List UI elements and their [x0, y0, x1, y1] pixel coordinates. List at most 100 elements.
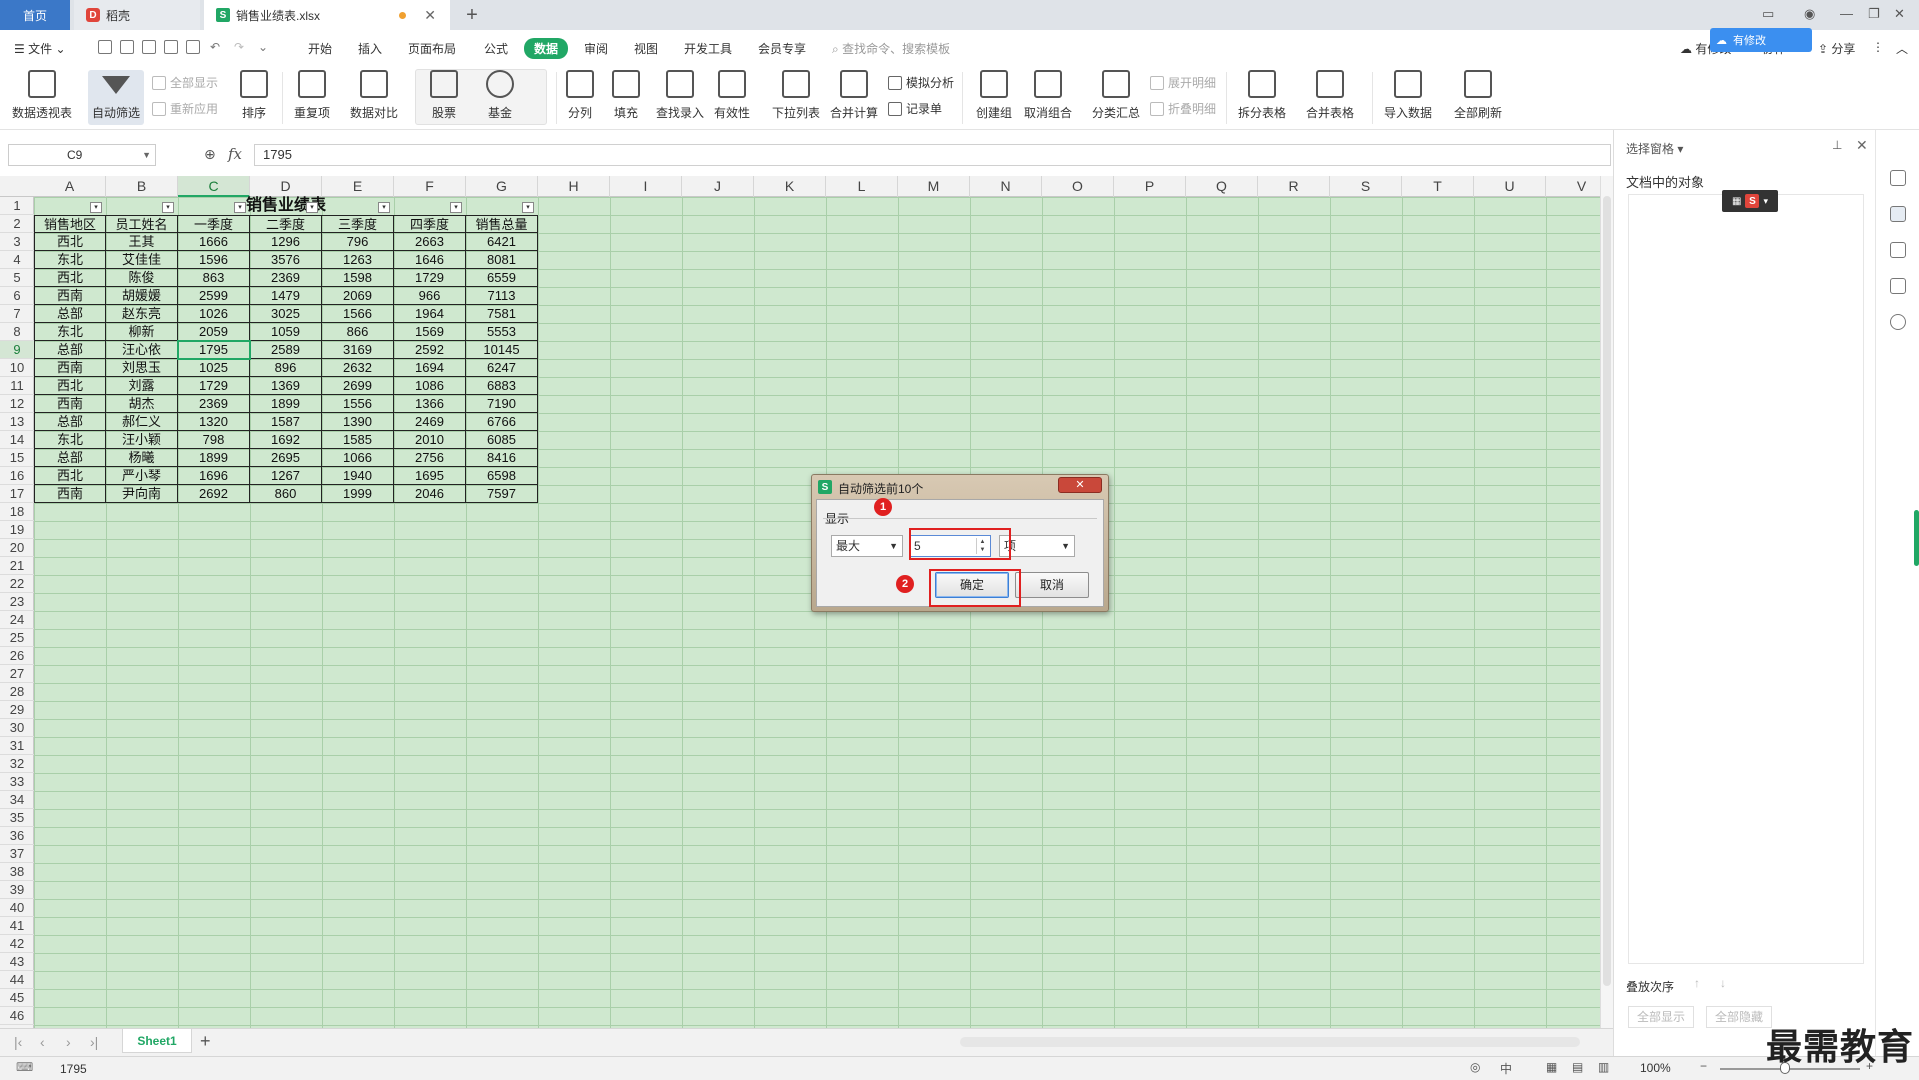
help-icon[interactable]: [1890, 314, 1906, 330]
table-cell[interactable]: 1369: [250, 377, 322, 395]
row-header-43[interactable]: 43: [0, 953, 34, 971]
fill-button[interactable]: 填充: [612, 70, 640, 121]
stepper-arrows-icon[interactable]: ▲ ▼: [976, 538, 988, 554]
pivot-table-button[interactable]: 数据透视表: [12, 70, 72, 121]
wps-floating-toolbar[interactable]: ▦ S ▾: [1722, 190, 1778, 212]
page-layout-view-icon[interactable]: ▤: [1572, 1060, 1583, 1074]
table-cell[interactable]: 3025: [250, 305, 322, 323]
tab-daoke[interactable]: D 稻壳: [74, 0, 200, 30]
table-cell[interactable]: 严小琴: [106, 467, 178, 485]
pane-show-all-button[interactable]: 全部显示: [1628, 1006, 1695, 1028]
table-cell[interactable]: 1999: [322, 485, 394, 503]
filter-dropdown-icon[interactable]: ▾: [450, 202, 462, 213]
table-cell[interactable]: 东北: [34, 431, 106, 449]
row-header-36[interactable]: 36: [0, 827, 34, 845]
rocket-icon[interactable]: [1890, 170, 1906, 186]
name-box[interactable]: C9 ▼: [8, 144, 156, 166]
column-header-s[interactable]: S: [1330, 176, 1402, 197]
new-file-icon[interactable]: [98, 40, 112, 54]
menu-file[interactable]: ☰ 文件 ⌄: [14, 40, 66, 57]
column-header-v[interactable]: V: [1546, 176, 1600, 197]
row-header-46[interactable]: 46: [0, 1007, 34, 1025]
table-cell[interactable]: 6883: [466, 377, 538, 395]
last-sheet-icon[interactable]: ›|: [90, 1034, 98, 1050]
add-sheet-button[interactable]: +: [200, 1031, 211, 1052]
table-cell[interactable]: 2663: [394, 233, 466, 251]
row-header-20[interactable]: 20: [0, 539, 34, 557]
table-cell[interactable]: 1263: [322, 251, 394, 269]
column-header-i[interactable]: I: [610, 176, 682, 197]
table-cell[interactable]: 西北: [34, 377, 106, 395]
format-painter-icon[interactable]: [142, 40, 156, 54]
column-header-f[interactable]: F: [394, 176, 466, 197]
column-header-l[interactable]: L: [826, 176, 898, 197]
table-cell[interactable]: 1059: [250, 323, 322, 341]
consolidate-button[interactable]: 合并计算: [830, 70, 878, 121]
table-cell[interactable]: 西北: [34, 233, 106, 251]
table-cell[interactable]: 柳新: [106, 323, 178, 341]
page-break-view-icon[interactable]: ▥: [1598, 1060, 1609, 1074]
minimize-icon[interactable]: —: [1840, 6, 1853, 21]
table-cell[interactable]: 2469: [394, 413, 466, 431]
column-header-c[interactable]: C: [178, 176, 250, 197]
table-title[interactable]: 销售业绩表: [34, 197, 538, 215]
table-cell[interactable]: 866: [322, 323, 394, 341]
table-cell[interactable]: 尹向南: [106, 485, 178, 503]
row-header-34[interactable]: 34: [0, 791, 34, 809]
table-cell[interactable]: 1267: [250, 467, 322, 485]
table-cell[interactable]: 西北: [34, 467, 106, 485]
table-cell[interactable]: 1666: [178, 233, 250, 251]
row-header-1[interactable]: 1: [0, 197, 34, 215]
row-header-13[interactable]: 13: [0, 413, 34, 431]
table-cell[interactable]: 1320: [178, 413, 250, 431]
table-header-cell[interactable]: 四季度: [394, 215, 466, 233]
refresh-all-button[interactable]: 全部刷新: [1454, 70, 1502, 121]
row-header-42[interactable]: 42: [0, 935, 34, 953]
vertical-scroll-thumb[interactable]: [1603, 196, 1611, 986]
fund-button[interactable]: 基金: [486, 70, 514, 121]
row-header-44[interactable]: 44: [0, 971, 34, 989]
column-header-h[interactable]: H: [538, 176, 610, 197]
restore-icon[interactable]: ❐: [1868, 6, 1880, 22]
row-header-28[interactable]: 28: [0, 683, 34, 701]
column-header-k[interactable]: K: [754, 176, 826, 197]
filter-dropdown-icon[interactable]: ▾: [306, 202, 318, 213]
pin-pane-icon[interactable]: ⊥: [1832, 138, 1842, 152]
table-cell[interactable]: 1066: [322, 449, 394, 467]
table-cell[interactable]: 7113: [466, 287, 538, 305]
menu-insert[interactable]: 插入: [358, 40, 382, 57]
row-header-33[interactable]: 33: [0, 773, 34, 791]
merge-table-button[interactable]: 合并表格: [1306, 70, 1354, 121]
row-header-22[interactable]: 22: [0, 575, 34, 593]
column-header-b[interactable]: B: [106, 176, 178, 197]
table-cell[interactable]: 1729: [178, 377, 250, 395]
column-header-d[interactable]: D: [250, 176, 322, 197]
first-sheet-icon[interactable]: |‹: [14, 1034, 22, 1050]
row-header-24[interactable]: 24: [0, 611, 34, 629]
table-cell[interactable]: 汪小颖: [106, 431, 178, 449]
table-cell[interactable]: 1964: [394, 305, 466, 323]
filter-dropdown-icon[interactable]: ▾: [90, 202, 102, 213]
select-cursor-icon[interactable]: [1890, 206, 1906, 222]
tab-home[interactable]: 首页: [0, 0, 70, 30]
table-cell[interactable]: 2069: [322, 287, 394, 305]
create-group-button[interactable]: 创建组: [976, 70, 1012, 121]
eye-protect-icon[interactable]: ◎: [1470, 1060, 1480, 1074]
name-box-dropdown-icon[interactable]: ▼: [142, 145, 151, 165]
table-cell[interactable]: 总部: [34, 413, 106, 431]
column-header-j[interactable]: J: [682, 176, 754, 197]
command-search[interactable]: ⌕ 查找命令、搜索模板: [832, 40, 950, 57]
sheet-tab-sheet1[interactable]: Sheet1: [122, 1029, 192, 1053]
stock-button[interactable]: 股票: [430, 70, 458, 121]
row-header-11[interactable]: 11: [0, 377, 34, 395]
expand-detail-button[interactable]: 展开明细: [1150, 74, 1216, 91]
row-header-40[interactable]: 40: [0, 899, 34, 917]
column-header-a[interactable]: A: [34, 176, 106, 197]
normal-view-icon[interactable]: ▦: [1546, 1060, 1557, 1074]
avatar[interactable]: ◉: [1804, 6, 1815, 22]
table-cell[interactable]: 杨曦: [106, 449, 178, 467]
row-header-37[interactable]: 37: [0, 845, 34, 863]
column-header-m[interactable]: M: [898, 176, 970, 197]
row-header-41[interactable]: 41: [0, 917, 34, 935]
table-cell[interactable]: 966: [394, 287, 466, 305]
